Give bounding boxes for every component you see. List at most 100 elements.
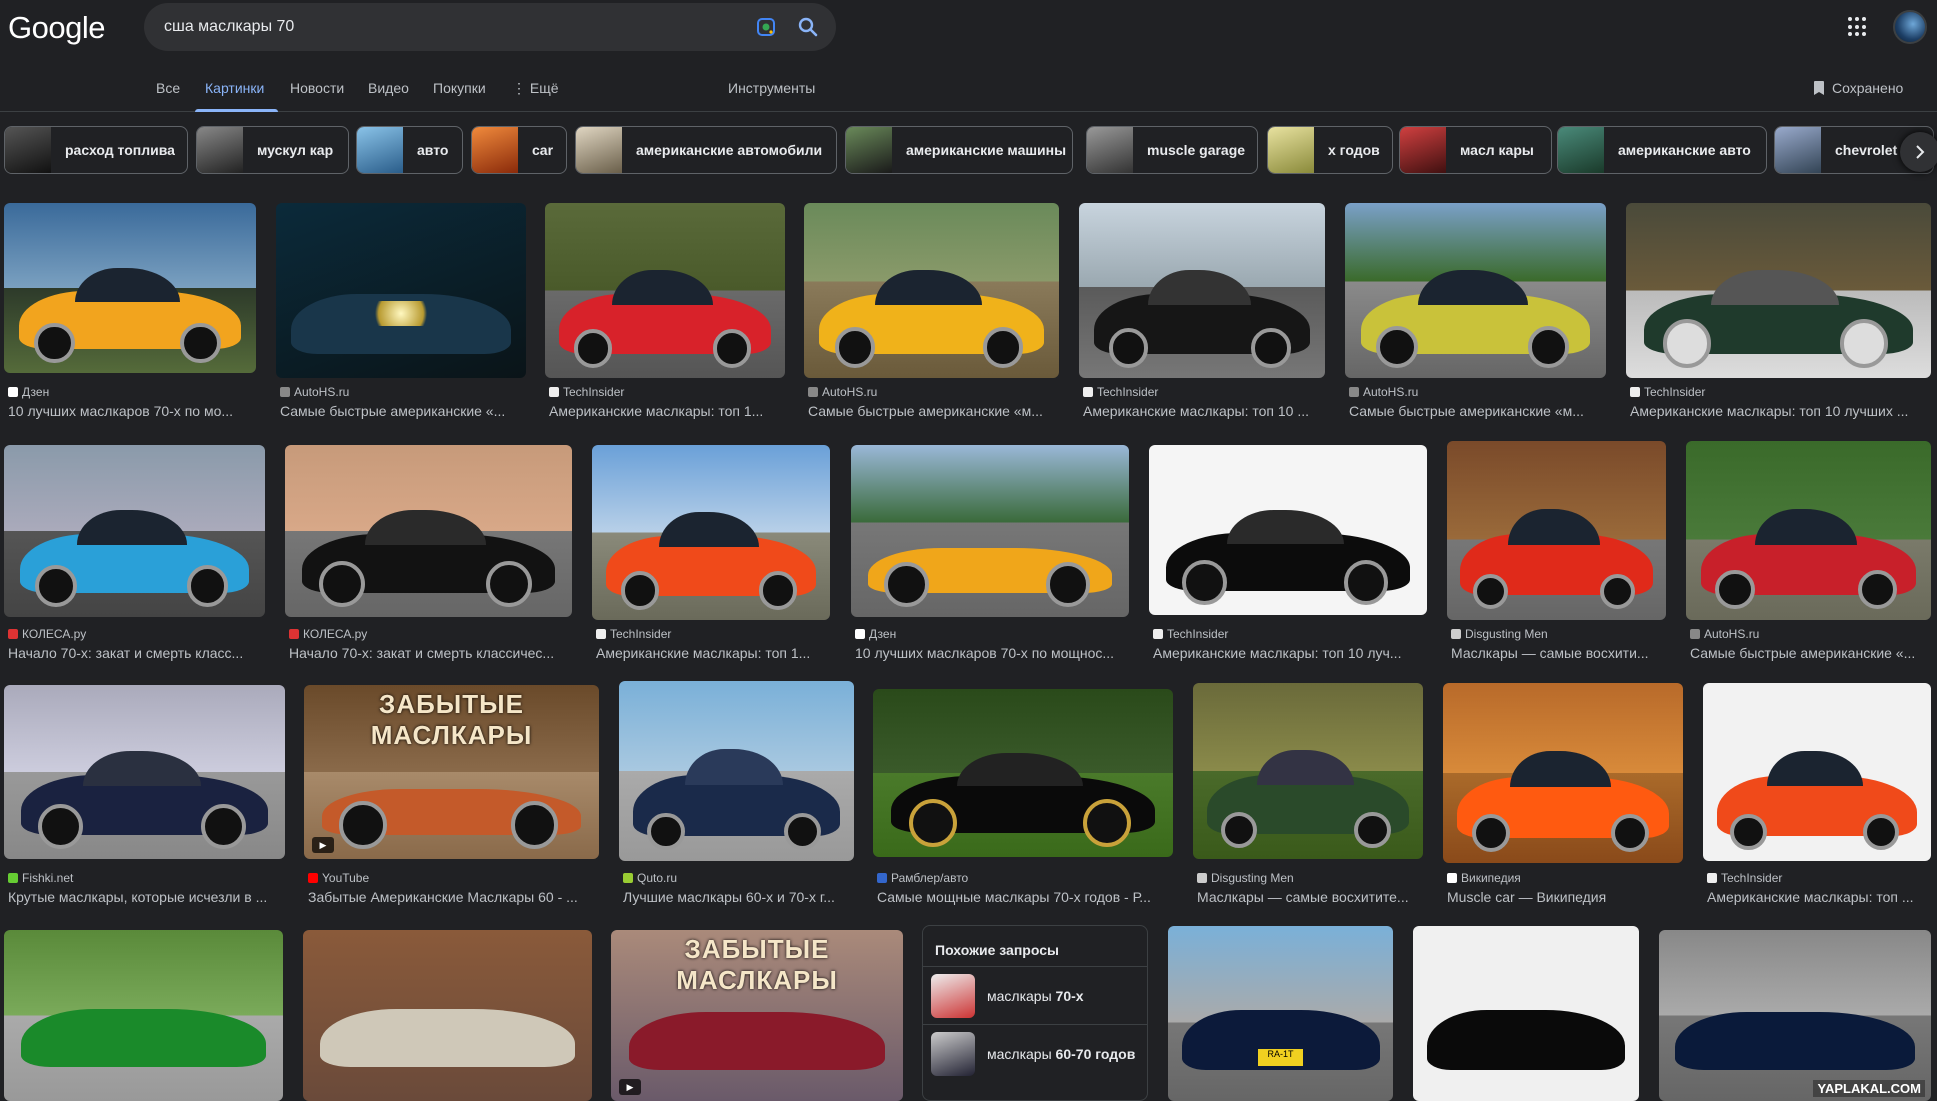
image-result[interactable]: Рамблер/авто Самые мощные маслкары 70-х … (873, 689, 1173, 909)
result-thumbnail[interactable] (1447, 441, 1666, 620)
tab-all[interactable]: Все (156, 80, 180, 96)
tab-news[interactable]: Новости (290, 80, 344, 96)
result-caption[interactable]: Самые быстрые американские «м... (808, 403, 1059, 419)
result-source[interactable]: TechInsider (549, 385, 624, 399)
result-thumbnail[interactable] (1345, 203, 1606, 378)
image-result[interactable]: ЗАБЫТЫЕ МАСЛКАРЫ ▶ YouTube Забытые Амери… (304, 685, 599, 909)
result-source[interactable]: КОЛЕСА.ру (289, 627, 367, 641)
result-thumbnail[interactable] (4, 930, 283, 1101)
result-source[interactable]: TechInsider (1083, 385, 1158, 399)
result-caption[interactable]: Muscle car — Википедия (1447, 889, 1683, 905)
chip[interactable]: масл кары (1399, 126, 1552, 174)
result-thumbnail[interactable] (1149, 445, 1427, 615)
result-caption[interactable]: Маслкары — самые восхити... (1451, 645, 1666, 661)
tools-button[interactable]: Инструменты (728, 80, 815, 96)
result-caption[interactable]: Американские маслкары: топ 1... (549, 403, 785, 419)
result-caption[interactable]: Забытые Американские Маслкары 60 - ... (308, 889, 599, 905)
google-lens-icon[interactable] (756, 17, 776, 37)
result-thumbnail[interactable] (285, 445, 572, 617)
image-result[interactable]: AutoHS.ru Самые быстрые американские «м.… (1345, 203, 1606, 423)
result-caption[interactable]: Начало 70-х: закат и смерть класс... (8, 645, 265, 661)
image-result[interactable]: AutoHS.ru Самые быстрые американские «..… (1686, 441, 1931, 665)
chips-next-button[interactable] (1900, 132, 1937, 172)
image-result[interactable]: TechInsider Американские маслкары: топ 1… (545, 203, 785, 423)
result-source[interactable]: Fishki.net (8, 871, 73, 885)
tab-video[interactable]: Видео (368, 80, 409, 96)
chip[interactable]: авто (356, 126, 463, 174)
result-source[interactable]: TechInsider (1153, 627, 1228, 641)
image-result[interactable]: TechInsider Американские маслкары: топ .… (1703, 683, 1931, 909)
image-result[interactable]: КОЛЕСА.ру Начало 70-х: закат и смерть кл… (4, 445, 265, 665)
google-logo[interactable]: Google (8, 10, 105, 46)
image-result[interactable] (303, 930, 592, 1101)
result-thumbnail[interactable] (276, 203, 526, 378)
tab-more[interactable]: ⋮ Ещё (512, 80, 559, 97)
result-thumbnail[interactable] (1193, 683, 1423, 859)
image-result[interactable]: Disgusting Men Маслкары — самые восхитит… (1193, 683, 1423, 909)
result-source[interactable]: Дзен (8, 385, 49, 399)
result-thumbnail[interactable] (1413, 926, 1639, 1101)
result-thumbnail[interactable] (4, 445, 265, 617)
image-result[interactable]: RA-1T (1168, 926, 1393, 1101)
search-icon[interactable] (797, 16, 819, 38)
result-source[interactable]: YouTube (308, 871, 369, 885)
result-source[interactable]: Дзен (855, 627, 896, 641)
result-source[interactable]: AutoHS.ru (1690, 627, 1759, 641)
result-thumbnail[interactable]: YAPLAKAL.COM (1659, 930, 1931, 1101)
chip[interactable]: х годов (1267, 126, 1393, 174)
result-source[interactable]: Википедия (1447, 871, 1521, 885)
result-source[interactable]: КОЛЕСА.ру (8, 627, 86, 641)
result-caption[interactable]: Начало 70-х: закат и смерть классичес... (289, 645, 572, 661)
result-caption[interactable]: Американские маслкары: топ 10 луч... (1153, 645, 1427, 661)
result-caption[interactable]: Самые мощные маслкары 70-х годов - Р... (877, 889, 1173, 905)
chip[interactable]: американские авто (1557, 126, 1767, 174)
result-caption[interactable]: Американские маслкары: топ ... (1707, 889, 1931, 905)
result-thumbnail[interactable] (4, 685, 285, 859)
apps-grid-icon[interactable] (1848, 17, 1868, 37)
result-caption[interactable]: Маслкары — самые восхитите... (1197, 889, 1423, 905)
tab-shopping[interactable]: Покупки (433, 80, 486, 96)
result-thumbnail[interactable] (1626, 203, 1931, 378)
image-result[interactable]: Дзен 10 лучших маслкаров 70-х по мощнос.… (851, 445, 1129, 665)
image-result[interactable]: AutoHS.ru Самые быстрые американские «м.… (804, 203, 1059, 423)
result-thumbnail[interactable]: ЗАБЫТЫЕ МАСЛКАРЫ ▶ (611, 930, 903, 1101)
search-box[interactable] (144, 3, 836, 51)
result-caption[interactable]: Американские маслкары: топ 10 ... (1083, 403, 1325, 419)
image-result[interactable]: Википедия Muscle car — Википедия (1443, 683, 1683, 909)
chip[interactable]: американские автомобили (575, 126, 837, 174)
chip[interactable]: мускул кар (196, 126, 349, 174)
result-source[interactable]: TechInsider (1707, 871, 1782, 885)
result-thumbnail[interactable] (619, 681, 854, 861)
image-result[interactable]: TechInsider Американские маслкары: топ 1… (592, 445, 830, 665)
image-result[interactable] (1413, 926, 1639, 1101)
result-source[interactable]: TechInsider (1630, 385, 1705, 399)
tab-images[interactable]: Картинки (205, 80, 264, 96)
result-caption[interactable]: Самые быстрые американские «м... (1349, 403, 1606, 419)
chip[interactable]: расход топлива (4, 126, 188, 174)
result-caption[interactable]: 10 лучших маслкаров 70-х по мощнос... (855, 645, 1129, 661)
result-caption[interactable]: Самые быстрые американские «... (280, 403, 526, 419)
result-source[interactable]: AutoHS.ru (280, 385, 349, 399)
result-caption[interactable]: Самые быстрые американские «... (1690, 645, 1931, 661)
result-thumbnail[interactable] (1443, 683, 1683, 863)
result-thumbnail[interactable] (545, 203, 785, 378)
result-source[interactable]: Disgusting Men (1197, 871, 1294, 885)
image-result[interactable]: КОЛЕСА.ру Начало 70-х: закат и смерть кл… (285, 445, 572, 665)
result-caption[interactable]: Американские маслкары: топ 1... (596, 645, 830, 661)
image-result[interactable] (4, 930, 283, 1101)
result-thumbnail[interactable] (873, 689, 1173, 857)
image-result[interactable]: TechInsider Американские маслкары: топ 1… (1149, 445, 1427, 665)
result-caption[interactable]: Лучшие маслкары 60-х и 70-х г... (623, 889, 854, 905)
result-source[interactable]: Disgusting Men (1451, 627, 1548, 641)
result-caption[interactable]: 10 лучших маслкаров 70-х по мо... (8, 403, 256, 419)
result-source[interactable]: TechInsider (596, 627, 671, 641)
image-result[interactable]: Дзен 10 лучших маслкаров 70-х по мо... (4, 203, 256, 423)
image-result[interactable]: ЗАБЫТЫЕ МАСЛКАРЫ ▶ (611, 930, 903, 1101)
result-source[interactable]: Рамблер/авто (877, 871, 968, 885)
chip[interactable]: muscle garage (1086, 126, 1258, 174)
related-search-item[interactable]: маслкары 70-х (923, 966, 1147, 1024)
image-result[interactable]: TechInsider Американские маслкары: топ 1… (1079, 203, 1325, 423)
image-result[interactable]: Fishki.net Крутые маслкары, которые исче… (4, 685, 285, 909)
result-thumbnail[interactable] (1703, 683, 1931, 861)
result-thumbnail[interactable] (1686, 441, 1931, 620)
